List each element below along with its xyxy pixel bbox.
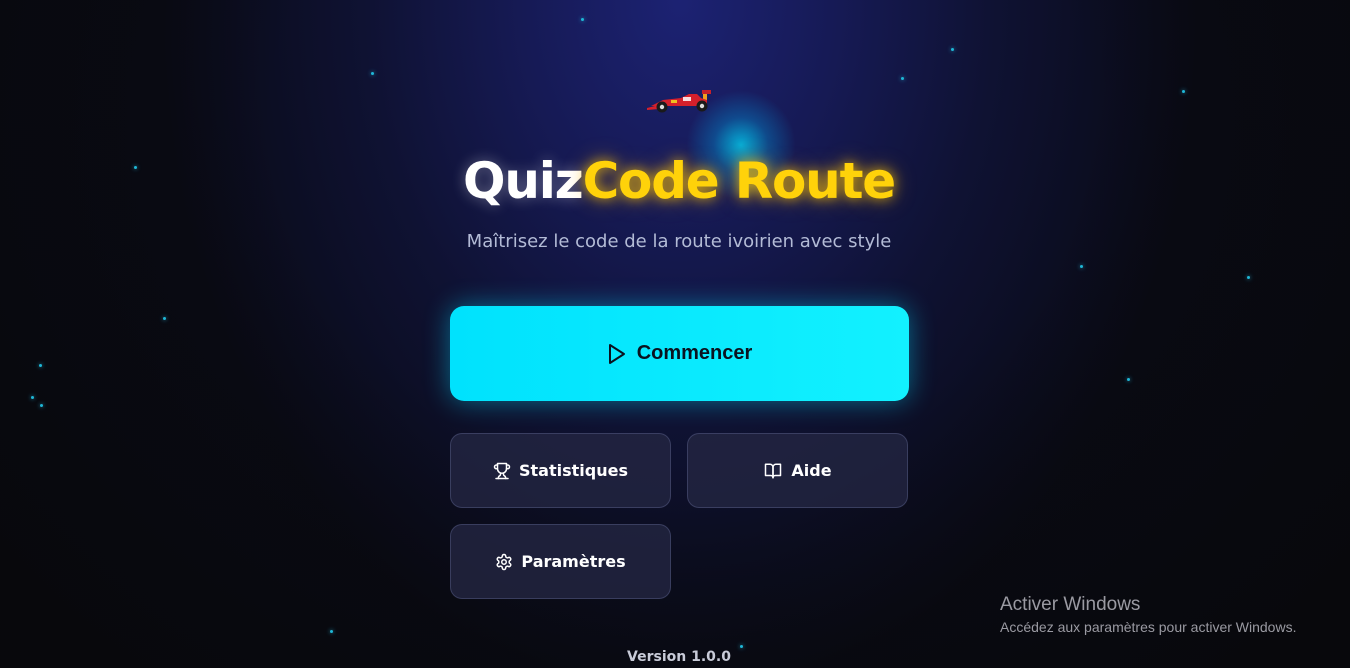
version-label: Version 1.0.0 (627, 649, 731, 665)
star-particle (39, 364, 42, 367)
app-title-part1: Quiz (463, 152, 584, 210)
star-particle (163, 317, 166, 320)
start-button-label: Commencer (636, 342, 753, 364)
star-particle (31, 396, 34, 399)
play-icon (608, 343, 625, 364)
star-particle (581, 18, 584, 21)
app-title-part2: Code Route (582, 152, 897, 210)
star-particle (740, 645, 743, 648)
windows-activation-subtitle: Accédez aux paramètres pour activer Wind… (1000, 619, 1297, 635)
star-particle (371, 72, 374, 75)
app-subtitle: Maîtrisez le code de la route ivoirien a… (466, 231, 892, 252)
help-button-label: Aide (791, 461, 832, 480)
gear-icon (496, 553, 512, 570)
star-particle (1080, 265, 1083, 268)
star-particle (1247, 276, 1250, 279)
help-button[interactable]: Aide (687, 433, 908, 508)
race-car-icon (647, 90, 711, 113)
star-particle (40, 404, 43, 407)
star-particle (951, 48, 954, 51)
trophy-icon (493, 462, 511, 479)
settings-button[interactable]: Paramètres (450, 524, 671, 599)
book-open-icon (765, 463, 782, 478)
star-particle (1182, 90, 1185, 93)
stats-button-label: Statistiques (519, 461, 628, 480)
stats-button[interactable]: Statistiques (450, 433, 671, 508)
star-particle (1127, 378, 1130, 381)
star-particle (901, 77, 904, 80)
settings-button-label: Paramètres (521, 552, 626, 571)
app-title: QuizCode Route (0, 152, 1350, 210)
windows-activation-title: Activer Windows (1000, 594, 1141, 615)
star-particle (330, 630, 333, 633)
start-button[interactable]: Commencer (450, 306, 909, 401)
